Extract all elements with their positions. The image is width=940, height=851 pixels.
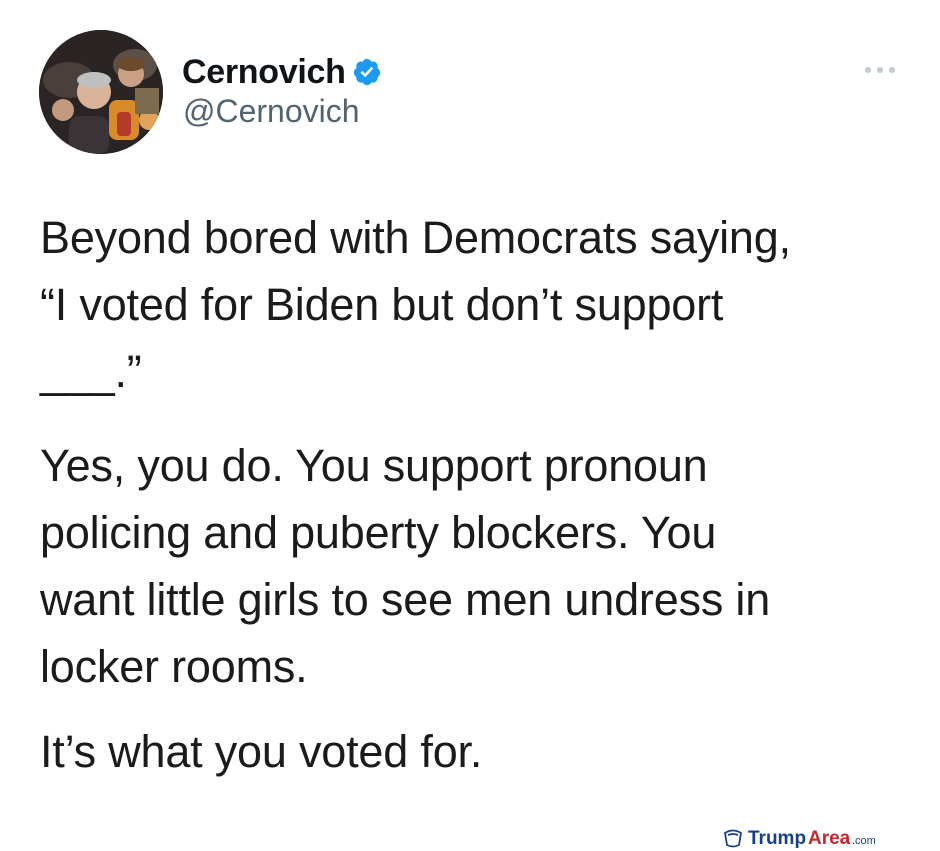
- author-avatar[interactable]: [39, 30, 163, 154]
- svg-text:Trump: Trump: [748, 828, 806, 849]
- tweet-card: Cernovich @Cernovich Beyond bored with D…: [0, 0, 940, 851]
- trumparea-watermark-logo: Trump Area .com: [724, 828, 876, 849]
- svg-text:Area: Area: [808, 828, 851, 849]
- tweet-paragraph-2: Yes, you do. You support pronoun policin…: [40, 440, 771, 692]
- tweet-paragraph-3: It’s what you voted for.: [40, 726, 483, 777]
- svg-text:.com: .com: [852, 835, 876, 847]
- tweet-paragraph-1: Beyond bored with Democrats saying, “I v…: [40, 212, 791, 397]
- avatar-photo-icon: [39, 30, 163, 154]
- author-name-row[interactable]: Cernovich: [182, 51, 382, 93]
- verified-badge-icon: [353, 58, 380, 86]
- author-display-name[interactable]: Cernovich: [182, 53, 346, 92]
- author-handle[interactable]: @Cernovich: [183, 93, 360, 130]
- more-options-icon[interactable]: [860, 58, 900, 82]
